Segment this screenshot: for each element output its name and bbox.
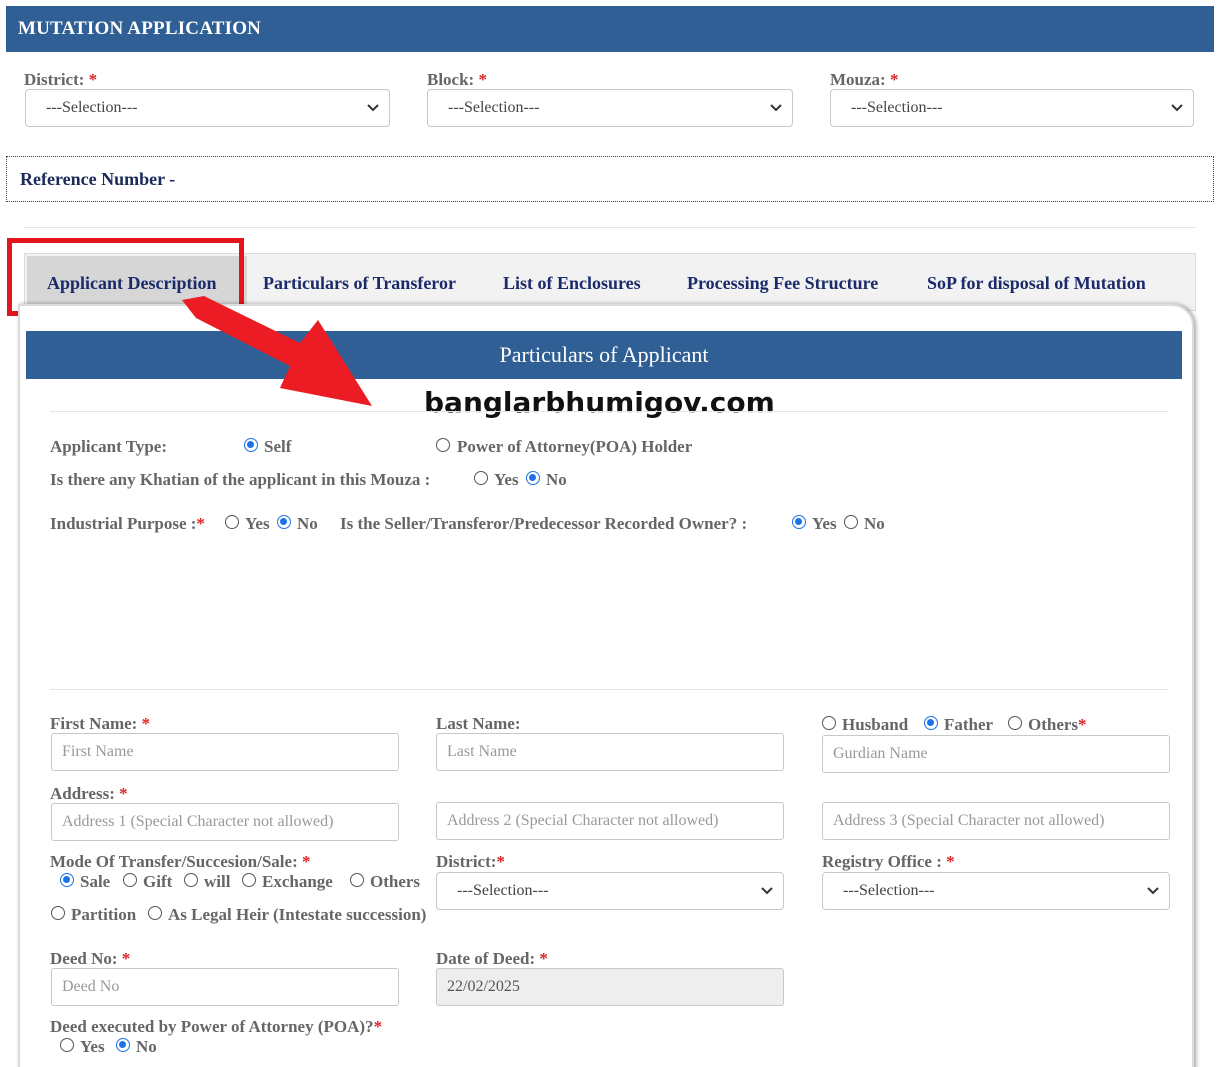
district-2-label: District:* <box>436 852 505 871</box>
applicant-type-label: Applicant Type: <box>50 437 167 456</box>
mode-partition-radio[interactable] <box>51 906 65 920</box>
address-2-input[interactable]: Address 2 (Special Character not allowed… <box>436 802 784 840</box>
district-label: District: * <box>24 70 98 89</box>
industrial-yes-radio[interactable] <box>225 515 239 529</box>
khatian-yes-radio[interactable] <box>474 471 488 485</box>
applicant-type-poa-radio[interactable] <box>436 438 450 452</box>
relation-husband-label: Husband <box>842 715 909 734</box>
mode-gift-label: Gift <box>143 872 173 891</box>
block-select[interactable]: ---Selection--- <box>427 89 793 127</box>
tab-sop-disposal-of-mutation[interactable]: SoP for disposal of Mutation <box>927 273 1146 294</box>
chevron-down-icon <box>367 104 379 112</box>
divider <box>50 689 1168 690</box>
khatian-yes-label: Yes <box>494 470 519 489</box>
mode-others-radio[interactable] <box>350 873 364 887</box>
applicant-type-self-label: Self <box>264 437 292 456</box>
reference-number-box: Reference Number - <box>6 156 1214 202</box>
date-of-deed-label: Date of Deed: * <box>436 949 548 968</box>
poa-label: Deed executed by Power of Attorney (POA)… <box>50 1017 383 1036</box>
first-name-label: First Name: * <box>50 714 151 733</box>
tab-particulars-of-transferor[interactable]: Particulars of Transferor <box>263 273 456 294</box>
block-label: Block: * <box>427 70 487 89</box>
tab-list-of-enclosures[interactable]: List of Enclosures <box>503 273 641 294</box>
industrial-no-label: No <box>297 514 318 533</box>
recorded-owner-yes-label: Yes <box>812 514 837 533</box>
registry-office-label: Registry Office : * <box>822 852 955 871</box>
industrial-no-radio[interactable] <box>277 515 291 529</box>
recorded-owner-no-label: No <box>864 514 885 533</box>
chevron-down-icon <box>770 104 782 112</box>
first-name-input[interactable]: First Name <box>51 733 399 771</box>
deed-no-label: Deed No: * <box>50 949 131 968</box>
poa-no-radio[interactable] <box>116 1038 130 1052</box>
mouza-label: Mouza: * <box>830 70 899 89</box>
poa-yes-radio[interactable] <box>60 1038 74 1052</box>
chevron-down-icon <box>1171 104 1183 112</box>
recorded-owner-label: Is the Seller/Transferor/Predecessor Rec… <box>340 514 748 533</box>
mode-sale-label: Sale <box>80 872 111 891</box>
district-2-select[interactable]: ---Selection--- <box>436 872 784 910</box>
mode-will-radio[interactable] <box>184 873 198 887</box>
mode-exchange-label: Exchange <box>262 872 333 891</box>
reference-number-label: Reference Number - <box>20 169 176 189</box>
mode-sale-radio[interactable] <box>60 873 74 887</box>
industrial-purpose-label: Industrial Purpose :* <box>50 514 205 533</box>
divider <box>50 411 1168 412</box>
registry-office-select[interactable]: ---Selection--- <box>822 872 1170 910</box>
recorded-owner-no-radio[interactable] <box>844 515 858 529</box>
relation-others-label: Others* <box>1028 715 1087 734</box>
tab-processing-fee-structure[interactable]: Processing Fee Structure <box>687 273 878 294</box>
mode-legal-heir-label: As Legal Heir (Intestate succession) <box>168 905 427 924</box>
poa-no-label: No <box>136 1037 157 1056</box>
recorded-owner-yes-radio[interactable] <box>792 515 806 529</box>
relation-husband-radio[interactable] <box>822 716 836 730</box>
mode-gift-radio[interactable] <box>123 873 137 887</box>
district-select[interactable]: ---Selection--- <box>25 89 390 127</box>
relation-father-label: Father <box>944 715 994 734</box>
mouza-select[interactable]: ---Selection--- <box>830 89 1194 127</box>
last-name-input[interactable]: Last Name <box>436 733 784 771</box>
mode-will-label: will <box>204 872 231 891</box>
relation-others-radio[interactable] <box>1008 716 1022 730</box>
khatian-no-label: No <box>546 470 567 489</box>
guardian-name-input[interactable]: Gurdian Name <box>822 735 1170 773</box>
deed-no-input[interactable]: Deed No <box>51 968 399 1006</box>
divider <box>24 227 1196 228</box>
address-label: Address: * <box>50 784 128 803</box>
panel-title: Particulars of Applicant <box>26 331 1182 379</box>
mode-others-label: Others <box>370 872 421 891</box>
poa-yes-label: Yes <box>80 1037 105 1056</box>
relation-father-radio[interactable] <box>924 716 938 730</box>
mode-of-transfer-label: Mode Of Transfer/Succesion/Sale: * <box>50 852 311 871</box>
date-of-deed-input[interactable]: 22/02/2025 <box>436 968 784 1006</box>
chevron-down-icon <box>761 887 773 895</box>
page-header: MUTATION APPLICATION <box>6 6 1214 52</box>
applicant-type-self-radio[interactable] <box>244 438 258 452</box>
address-1-input[interactable]: Address 1 (Special Character not allowed… <box>51 803 399 841</box>
mode-exchange-radio[interactable] <box>242 873 256 887</box>
address-3-input[interactable]: Address 3 (Special Character not allowed… <box>822 802 1170 840</box>
khatian-no-radio[interactable] <box>526 471 540 485</box>
page-title: MUTATION APPLICATION <box>18 18 262 39</box>
watermark: banglarbhumigov.com <box>424 386 775 419</box>
khatian-label: Is there any Khatian of the applicant in… <box>50 470 431 489</box>
mode-legal-heir-radio[interactable] <box>148 906 162 920</box>
mode-partition-label: Partition <box>71 905 137 924</box>
last-name-label: Last Name: <box>436 714 521 733</box>
applicant-type-poa-label: Power of Attorney(POA) Holder <box>457 437 693 456</box>
industrial-yes-label: Yes <box>245 514 270 533</box>
chevron-down-icon <box>1147 887 1159 895</box>
